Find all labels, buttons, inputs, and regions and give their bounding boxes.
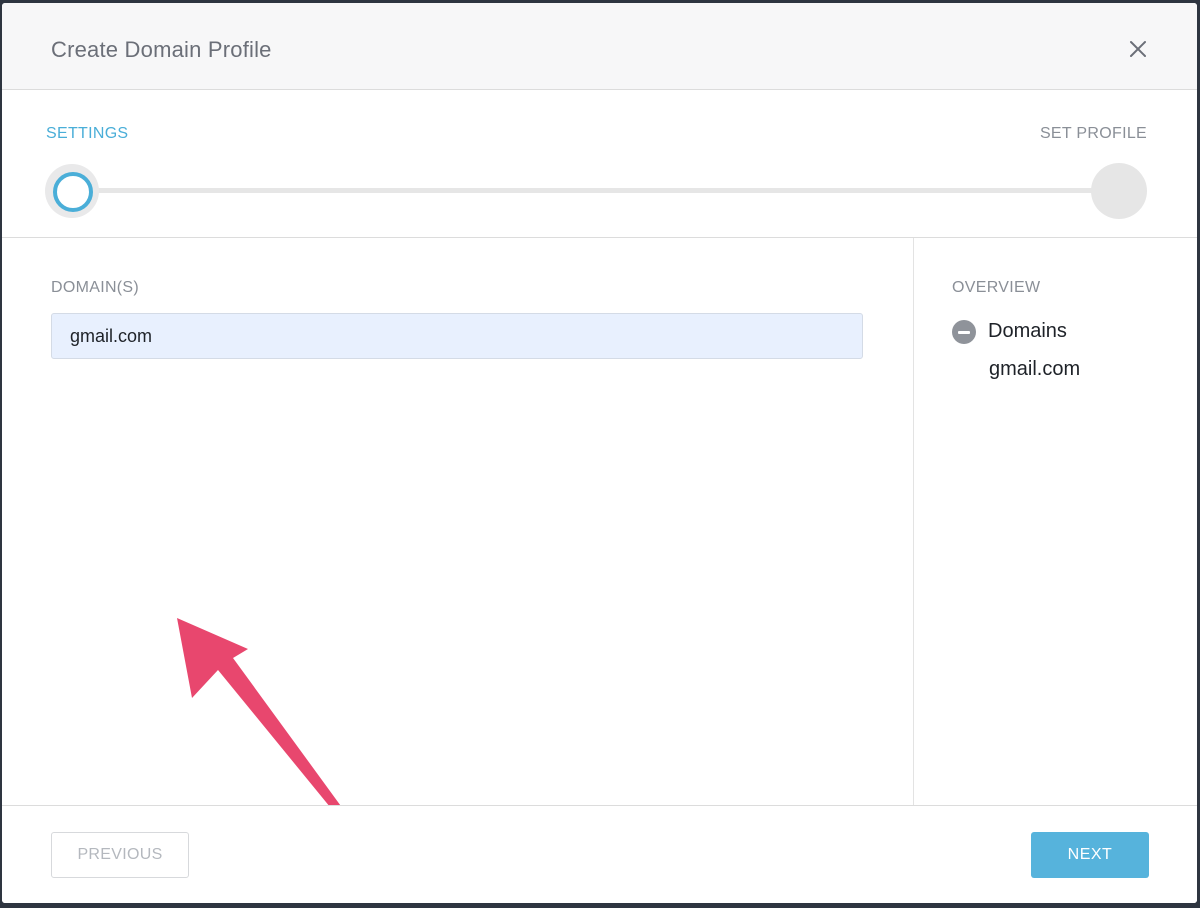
settings-panel: DOMAIN(S) [2,238,913,840]
modal-title: Create Domain Profile [51,37,272,62]
step-set-profile-label[interactable]: SET PROFILE [1040,125,1147,143]
minus-circle-icon[interactable] [952,320,976,344]
step-set-profile-indicator[interactable] [1091,163,1147,219]
previous-button[interactable]: PREVIOUS [51,832,189,878]
overview-domain-value: gmail.com [989,358,1081,380]
domains-label: DOMAIN(S) [51,279,140,296]
overview-panel: OVERVIEW Domains gmail.com [913,238,1197,805]
wizard-stepper: SETTINGS SET PROFILE [2,90,1197,238]
overview-domains-title: Domains [988,320,1067,342]
step-settings-indicator[interactable] [45,164,99,218]
next-button[interactable]: NEXT [1031,832,1149,878]
active-step-ring-icon [53,172,93,212]
stepper-track [72,188,1120,193]
overview-label: OVERVIEW [952,279,1041,296]
modal-footer: PREVIOUS NEXT [2,805,1197,903]
domains-input[interactable] [51,313,863,359]
modal-header: Create Domain Profile [2,3,1197,90]
step-settings-label[interactable]: SETTINGS [46,125,128,143]
close-icon[interactable] [1126,37,1150,61]
create-domain-profile-modal: Create Domain Profile SETTINGS SET PROFI… [2,3,1197,903]
